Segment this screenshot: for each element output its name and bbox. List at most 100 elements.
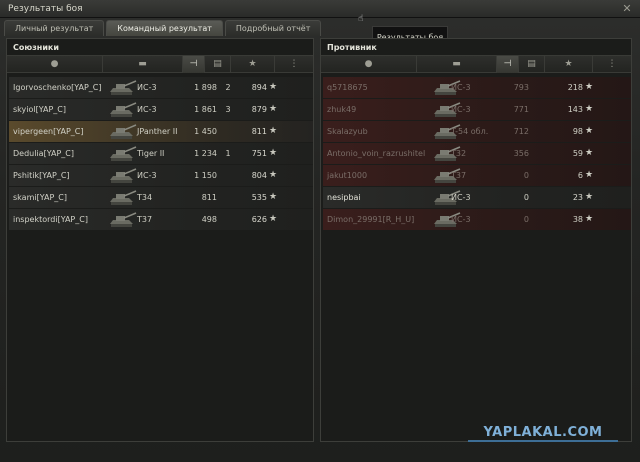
damage-value: 771 <box>513 105 529 114</box>
vehicle-name: ИС-3 <box>137 105 157 114</box>
close-icon[interactable]: ✕ <box>620 2 634 15</box>
damage-icon[interactable]: ⊣ <box>497 56 519 73</box>
star-icon: ★ <box>585 192 594 202</box>
experience-value: 143 <box>567 105 583 114</box>
tank-icon[interactable]: ▬ <box>417 56 497 73</box>
enemies-panel: Противник ● ▬ ⊣ ▤ ★ ⋮ q5718675 ИС-3 793 218… <box>320 38 632 442</box>
table-row[interactable]: nesipbai ИС-3 0 23 ★ <box>323 187 631 208</box>
experience-value: 98 <box>572 127 583 136</box>
star-icon: ★ <box>269 170 278 180</box>
star-icon: ★ <box>269 126 278 136</box>
kills-value: 1 <box>225 149 231 158</box>
damage-value: 1 450 <box>194 127 217 136</box>
allies-list: Igorvoschenko[YAP_C] ИС-3 1 898 2 894 ★ skyiol… <box>9 77 313 231</box>
damage-value: 712 <box>513 127 529 136</box>
status-icon[interactable]: ⋮ <box>275 56 313 73</box>
player-name: skami[YAP_C] <box>13 193 67 202</box>
table-row[interactable]: inspektordi[YAP_C] T37 498 626 ★ <box>9 209 313 230</box>
allies-title: Союзники <box>13 43 59 52</box>
enemies-list: q5718675 ИС-3 793 218 ★ zhuk49 ИС-3 771 143 ★ Skal… <box>323 77 631 231</box>
table-row[interactable]: q5718675 ИС-3 793 218 ★ <box>323 77 631 98</box>
enemies-column-header: ● ▬ ⊣ ▤ ★ ⋮ <box>321 55 631 73</box>
star-icon[interactable]: ★ <box>231 56 275 73</box>
table-row[interactable]: zhuk49 ИС-3 771 143 ★ <box>323 99 631 120</box>
player-name: jakut1000 <box>327 171 368 180</box>
table-row[interactable]: Skalazyub T-54 обл. 712 98 ★ <box>323 121 631 142</box>
tank-icon <box>107 78 137 97</box>
table-row[interactable]: skami[YAP_C] T34 811 535 ★ <box>9 187 313 208</box>
experience-value: 894 <box>251 83 267 92</box>
star-icon: ★ <box>269 82 278 92</box>
table-row[interactable]: Dimon_29991[R_H_U] ИС-3 0 38 ★ <box>323 209 631 230</box>
damage-value: 1 861 <box>194 105 217 114</box>
person-icon[interactable]: ● <box>321 56 417 73</box>
damage-value: 0 <box>523 215 529 224</box>
damage-value: 1 150 <box>194 171 217 180</box>
player-name: vipergeen[YAP_C] <box>13 127 84 136</box>
experience-value: 804 <box>251 171 267 180</box>
tab-detailed-report[interactable]: Подробный отчёт <box>224 20 322 36</box>
player-name: Igorvoschenko[YAP_C] <box>13 83 102 92</box>
tank-icon[interactable]: ▬ <box>103 56 183 73</box>
experience-value: 23 <box>572 193 583 202</box>
player-name: Dedulia[YAP_C] <box>13 149 74 158</box>
allies-column-header: ● ▬ ⊣ ▤ ★ ⋮ <box>7 55 313 73</box>
tab-personal-result[interactable]: Личный результат <box>4 20 105 36</box>
tank-icon <box>107 166 137 185</box>
experience-value: 218 <box>567 83 583 92</box>
damage-value: 498 <box>201 215 217 224</box>
experience-value: 751 <box>251 149 267 158</box>
vehicle-name: ИС-3 <box>451 105 471 114</box>
player-name: inspektordi[YAP_C] <box>13 215 88 224</box>
window-title: Результаты боя <box>8 4 83 14</box>
player-name: Dimon_29991[R_H_U] <box>327 215 415 224</box>
vehicle-name: ИС-3 <box>451 215 471 224</box>
table-row[interactable]: Dedulia[YAP_C] Tiger II 1 234 1 751 ★ <box>9 143 313 164</box>
damage-value: 1 898 <box>194 83 217 92</box>
table-row[interactable]: vipergeen[YAP_C] JPanther II 1 450 811 ★ <box>9 121 313 142</box>
star-icon: ★ <box>269 104 278 114</box>
tank-icon <box>107 144 137 163</box>
experience-value: 38 <box>572 215 583 224</box>
star-icon: ★ <box>585 214 594 224</box>
table-row[interactable]: skyiol[YAP_C] ИС-3 1 861 3 879 ★ <box>9 99 313 120</box>
vehicle-name: T37 <box>137 215 153 224</box>
vehicle-name: T-54 обл. <box>451 127 489 136</box>
tab-team-result[interactable]: Командный результат <box>106 20 223 36</box>
experience-value: 879 <box>251 105 267 114</box>
star-icon: ★ <box>585 170 594 180</box>
kills-value <box>223 165 233 186</box>
status-icon[interactable]: ⋮ <box>593 56 631 73</box>
vehicle-name: T34 <box>137 193 153 202</box>
kills-value <box>223 121 233 142</box>
tank-icon <box>107 100 137 119</box>
star-icon: ★ <box>585 126 594 136</box>
kills-icon[interactable]: ▤ <box>519 56 545 73</box>
kills-icon[interactable]: ▤ <box>205 56 231 73</box>
table-row[interactable]: Pshitik[YAP_C] ИС-3 1 150 804 ★ <box>9 165 313 186</box>
kills-value: 2 <box>225 83 231 92</box>
watermark-logo: YAPLAKAL.COM <box>468 424 618 442</box>
experience-value: 626 <box>251 215 267 224</box>
table-row[interactable]: jakut1000 T37 0 6 ★ <box>323 165 631 186</box>
battle-results-window: Результаты боя ✕ Личный результат Команд… <box>0 0 640 462</box>
vehicle-name: ИС-3 <box>451 83 471 92</box>
damage-icon[interactable]: ⊣ <box>183 56 205 73</box>
experience-value: 59 <box>572 149 583 158</box>
tank-icon <box>107 210 137 229</box>
player-name: nesipbai <box>327 193 361 202</box>
vehicle-name: ИС-3 <box>137 83 157 92</box>
vehicle-name: JPanther II <box>137 127 178 136</box>
tab-bar: Личный результат Командный результат Под… <box>4 20 323 36</box>
player-name: Antonio_voin_razrushitel <box>327 149 426 158</box>
player-name: skyiol[YAP_C] <box>13 105 66 114</box>
star-icon[interactable]: ★ <box>545 56 593 73</box>
table-row[interactable]: Antonio_voin_razrushitel T32 356 59 ★ <box>323 143 631 164</box>
vehicle-name: Tiger II <box>137 149 165 158</box>
table-row[interactable]: Igorvoschenko[YAP_C] ИС-3 1 898 2 894 ★ <box>9 77 313 98</box>
vehicle-name: ИС-3 <box>451 193 471 202</box>
vehicle-name: ИС-3 <box>137 171 157 180</box>
star-icon: ★ <box>585 148 594 158</box>
person-icon[interactable]: ● <box>7 56 103 73</box>
damage-value: 0 <box>523 171 529 180</box>
